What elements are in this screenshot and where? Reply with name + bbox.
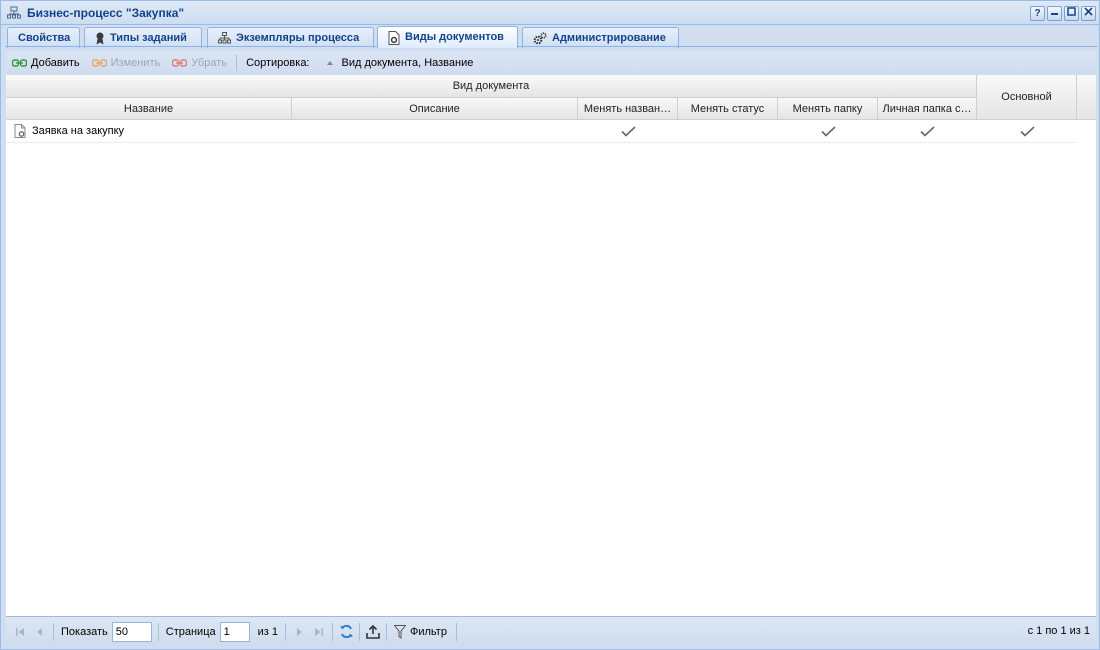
column-header-description[interactable]: Описание	[292, 98, 578, 120]
sort-ascending-icon	[326, 61, 333, 65]
help-button[interactable]: ?	[1030, 6, 1045, 21]
checkmark-icon	[1019, 125, 1035, 137]
column-header-personal-folder[interactable]: Личная папка с…	[878, 98, 977, 120]
sort-value-button[interactable]: Вид документа, Название	[316, 57, 480, 69]
close-button[interactable]	[1081, 6, 1096, 21]
first-page-button[interactable]	[10, 622, 30, 642]
toolbar: Добавить Изменить Убрать Сортировка: Вид…	[6, 51, 1096, 75]
group-header-document-type: Вид документа	[6, 75, 977, 98]
row-name: Заявка на закупку	[32, 125, 125, 137]
filter-button[interactable]: Фильтр	[390, 624, 453, 639]
last-page-icon	[315, 627, 323, 636]
paging-separator	[386, 622, 387, 641]
paging-separator	[359, 622, 360, 641]
header-filler	[1077, 75, 1096, 120]
paging-summary: с 1 по 1 из 1	[1027, 625, 1090, 637]
tab-label: Виды документов	[405, 31, 504, 43]
sort-value: Вид документа, Название	[341, 57, 474, 69]
tab-label: Администрирование	[552, 31, 666, 44]
upload-icon	[366, 624, 380, 639]
tab-divider	[5, 46, 1097, 47]
column-header-change-name[interactable]: Менять назван…	[578, 98, 678, 120]
minimize-button[interactable]	[1047, 6, 1062, 21]
award-icon	[96, 32, 104, 44]
tab-strip: Свойства Типы заданий Экземпляры процесс…	[5, 25, 1097, 48]
cell-personal-folder	[878, 120, 977, 142]
window-titlebar[interactable]: Бизнес-процесс "Закупка" ?	[1, 1, 1099, 25]
prev-page-button[interactable]	[30, 622, 50, 642]
column-header-name[interactable]: Название	[6, 98, 292, 120]
paging-separator	[455, 622, 457, 641]
sort-label: Сортировка:	[246, 57, 310, 69]
page-label: Страница	[165, 625, 216, 638]
tab-document-types[interactable]: Виды документов	[377, 26, 518, 48]
link-edit-icon	[91, 59, 107, 67]
cell-name: Заявка на закупку	[6, 120, 292, 142]
gears-icon	[533, 31, 547, 44]
refresh-icon	[339, 624, 353, 639]
cell-change-name	[578, 120, 678, 142]
export-button[interactable]	[363, 622, 383, 642]
document-types-grid: Вид документа Название Описание Менять н…	[6, 75, 1096, 616]
document-gear-icon	[388, 30, 400, 45]
column-header-main[interactable]: Основной	[977, 75, 1077, 120]
page-total-label: из 1	[257, 625, 278, 638]
close-icon	[1084, 7, 1093, 16]
paging-toolbar: Показать Страница из 1	[6, 616, 1096, 646]
remove-button-label: Убрать	[191, 57, 228, 69]
tab-label: Экземпляры процесса	[236, 31, 360, 44]
paging-separator	[285, 622, 286, 641]
minimize-icon	[1051, 13, 1058, 15]
add-button[interactable]: Добавить	[6, 57, 86, 69]
document-gear-icon	[14, 124, 26, 138]
tab-process-instances[interactable]: Экземпляры процесса	[207, 27, 374, 48]
refresh-button[interactable]	[336, 622, 356, 642]
cell-description	[292, 120, 578, 142]
tab-properties[interactable]: Свойства	[7, 27, 80, 48]
cell-main	[977, 120, 1077, 142]
tab-label: Свойства	[18, 31, 71, 44]
paging-separator	[332, 622, 333, 641]
link-remove-icon	[172, 59, 188, 67]
table-row[interactable]: Заявка на закупку	[6, 120, 1077, 143]
add-button-label: Добавить	[31, 57, 80, 69]
page-number-input[interactable]	[219, 621, 250, 642]
hierarchy-icon	[218, 32, 231, 44]
maximize-icon	[1067, 7, 1076, 16]
window-title: Бизнес-процесс "Закупка"	[27, 6, 185, 20]
edit-button[interactable]: Изменить	[86, 57, 167, 69]
cell-change-status	[678, 120, 778, 142]
checkmark-icon	[920, 125, 935, 137]
tab-label: Типы заданий	[110, 31, 187, 44]
last-page-button[interactable]	[309, 622, 329, 642]
page-size-label: Показать	[61, 625, 108, 638]
edit-button-label: Изменить	[110, 57, 161, 69]
cell-change-folder	[778, 120, 878, 142]
next-page-icon	[297, 627, 302, 636]
paging-separator	[53, 622, 54, 641]
next-page-button[interactable]	[289, 622, 309, 642]
process-icon	[7, 6, 21, 19]
tab-task-types[interactable]: Типы заданий	[84, 27, 202, 48]
filter-icon	[394, 624, 406, 639]
checkmark-icon	[620, 125, 636, 137]
first-page-icon	[16, 627, 24, 636]
toolbar-separator	[236, 55, 238, 71]
paging-separator	[157, 622, 159, 641]
page-size-input[interactable]	[111, 621, 152, 642]
checkmark-icon	[820, 125, 836, 137]
business-process-window: Бизнес-процесс "Закупка" ? Свойства Типы…	[0, 0, 1100, 650]
tab-administration[interactable]: Администрирование	[522, 27, 679, 48]
prev-page-icon	[37, 627, 42, 636]
remove-button[interactable]: Убрать	[166, 57, 233, 69]
maximize-button[interactable]	[1064, 6, 1079, 21]
filter-label: Фильтр	[410, 625, 447, 638]
column-header-change-status[interactable]: Менять статус	[678, 98, 778, 120]
column-header-change-folder[interactable]: Менять папку	[778, 98, 878, 120]
link-add-icon	[12, 59, 27, 67]
